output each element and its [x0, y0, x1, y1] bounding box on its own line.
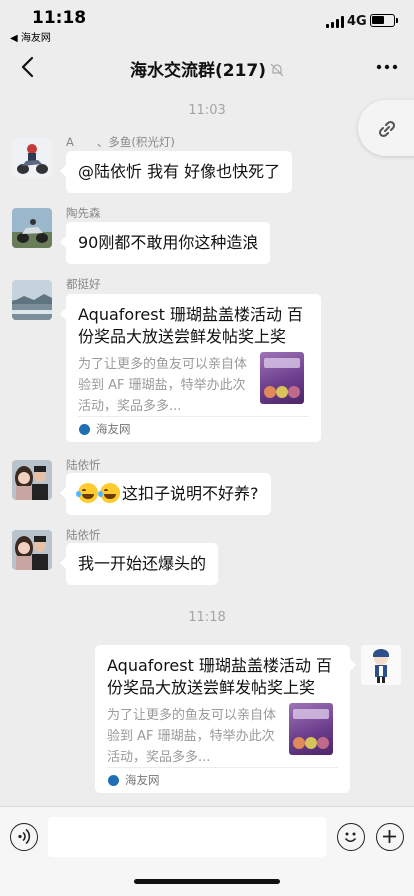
laugh-tears-emoji-icon [76, 483, 98, 503]
card-source: 海友网 [125, 773, 160, 787]
message-bubble[interactable]: @陆依忻 我有 好像也快死了 [59, 151, 293, 193]
sender-name: A 、多鱼(积光灯) [66, 135, 175, 149]
status-time: 11:18 [32, 8, 87, 28]
sender-name: 都挺好 [66, 277, 101, 291]
avatar[interactable] [12, 208, 52, 248]
link-card[interactable]: Aquaforest 珊瑚盐盖楼活动 百份奖品大放送尝鲜发帖奖上奖 为了让更多的… [95, 645, 356, 793]
source-logo-icon [108, 775, 119, 786]
card-source: 海友网 [96, 422, 131, 436]
bell-off-icon [270, 62, 284, 82]
plus-icon[interactable] [376, 823, 404, 851]
message-text: 这扣子说明不好养? [122, 484, 259, 503]
battery-icon [370, 14, 398, 27]
status-bar: 11:18 ◀ 海友网 4G [0, 0, 414, 44]
emoji-icon[interactable] [337, 823, 365, 851]
signal-icon [326, 16, 344, 28]
avatar[interactable] [12, 460, 52, 500]
message-bubble[interactable]: 90刚都不敢用你这种造浪 [59, 222, 271, 264]
sender-name: 陆依忻 [66, 528, 101, 542]
chat-title-text: 海水交流群(217) [129, 61, 267, 81]
message-bubble[interactable]: 我一开始还爆头的 [59, 543, 219, 585]
message-input[interactable] [48, 817, 326, 857]
card-divider [78, 416, 309, 417]
sender-name: 陆依忻 [66, 458, 101, 472]
chat-timestamp: 11:03 [188, 103, 226, 118]
avatar[interactable] [12, 280, 52, 320]
avatar[interactable] [12, 530, 52, 570]
more-dots-icon[interactable] [374, 58, 400, 76]
chat-timestamp: 11:18 [188, 610, 226, 625]
product-thumbnail [260, 352, 304, 404]
back-to-app-link[interactable]: ◀ 海友网 [10, 29, 51, 44]
card-title: Aquaforest 珊瑚盐盖楼活动 百份奖品大放送尝鲜发帖奖上奖 [107, 656, 333, 697]
voice-icon[interactable] [10, 823, 38, 851]
home-indicator [134, 879, 280, 884]
message-bubble[interactable]: 这扣子说明不好养? [60, 473, 271, 515]
product-thumbnail [289, 703, 333, 755]
my-avatar[interactable] [361, 645, 401, 685]
sender-name: 陶先森 [66, 206, 101, 220]
network-type: 4G [347, 14, 367, 29]
nav-bar: 海水交流群(217) [0, 44, 414, 90]
source-logo-icon [79, 424, 90, 435]
link-icon[interactable] [358, 100, 414, 156]
avatar[interactable] [12, 138, 52, 178]
chat-title: 海水交流群(217) [0, 56, 414, 82]
link-card[interactable]: Aquaforest 珊瑚盐盖楼活动 百份奖品大放送尝鲜发帖奖上奖 为了让更多的… [60, 294, 321, 442]
card-divider [107, 767, 338, 768]
card-description: 为了让更多的鱼友可以亲自体验到 AF 珊瑚盐，特举办此次活动，奖品多多... [107, 708, 277, 765]
card-description: 为了让更多的鱼友可以亲自体验到 AF 珊瑚盐，特举办此次活动，奖品多多... [78, 357, 248, 414]
card-title: Aquaforest 珊瑚盐盖楼活动 百份奖品大放送尝鲜发帖奖上奖 [78, 305, 304, 346]
input-bar [0, 806, 414, 896]
laugh-tears-emoji-icon [98, 483, 120, 503]
battery-level [372, 16, 384, 24]
